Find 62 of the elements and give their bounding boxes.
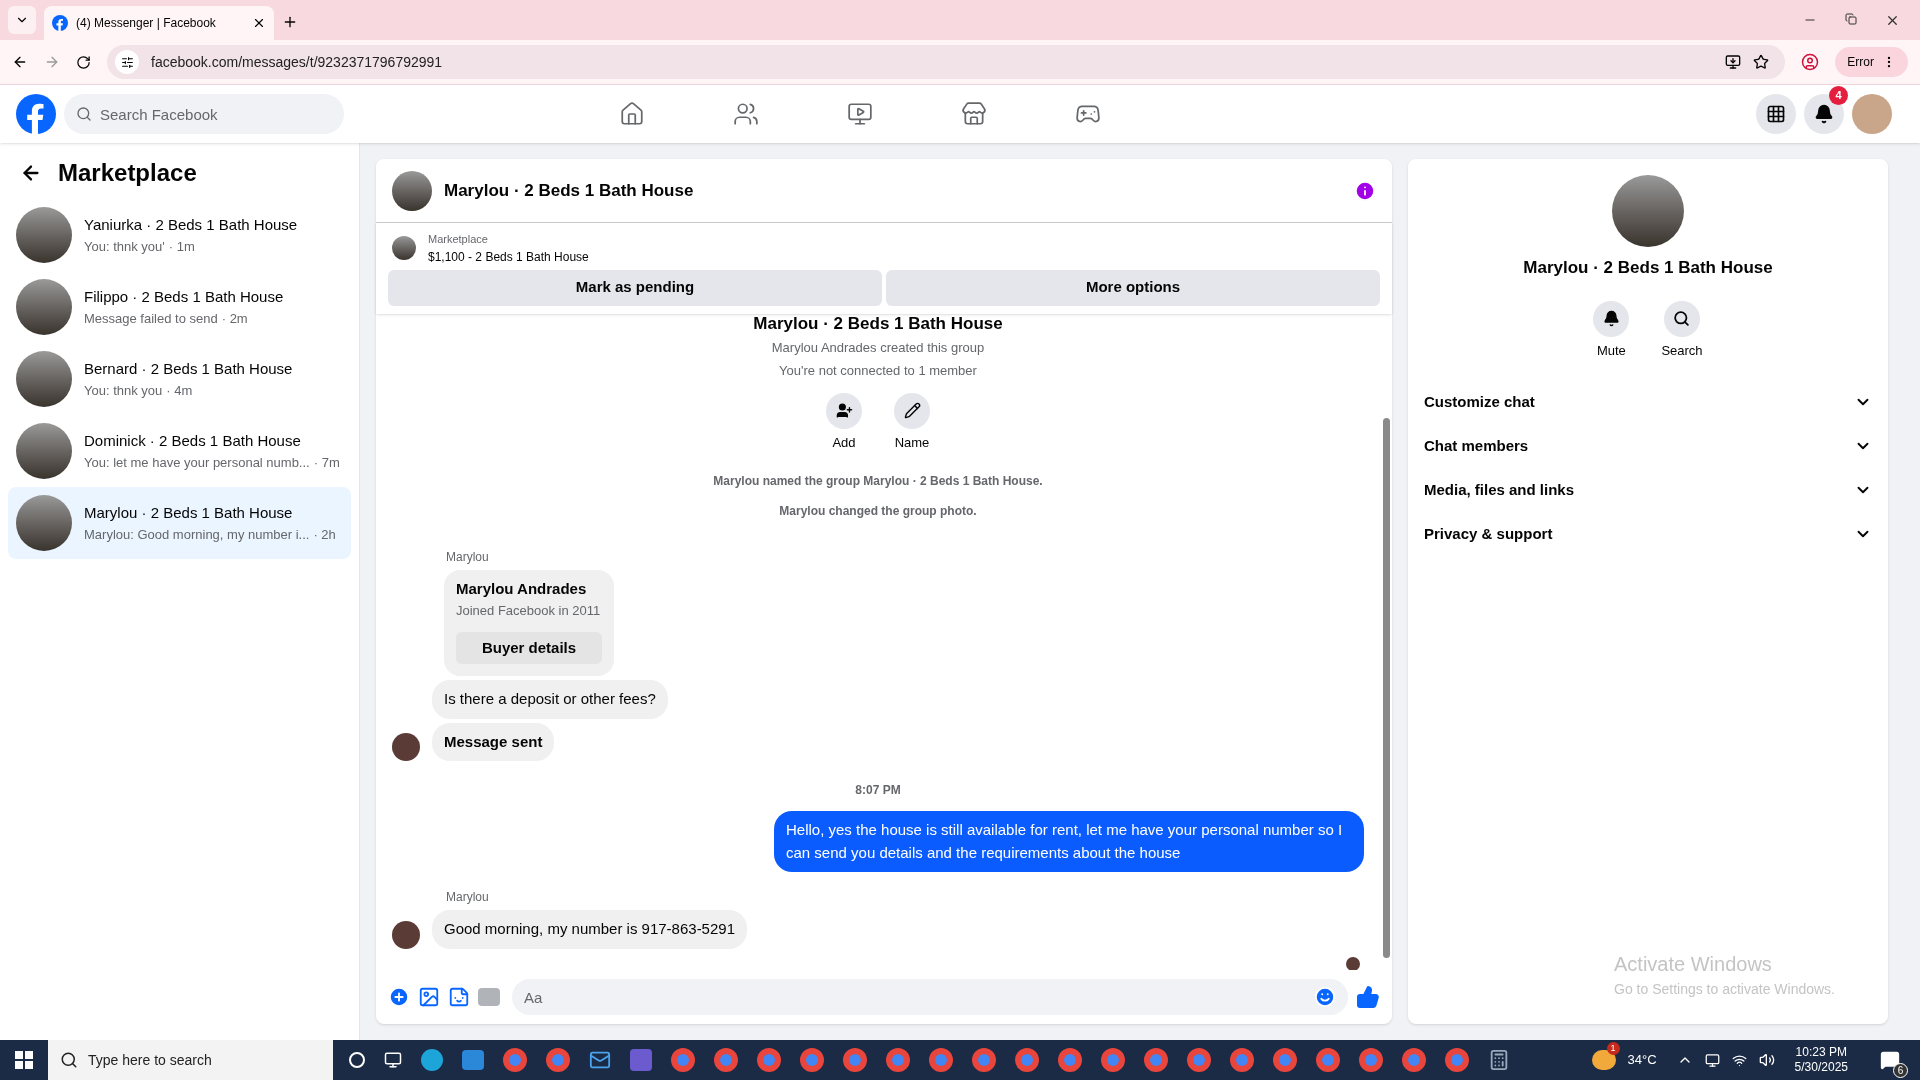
- clock-time: 10:23 PM: [1795, 1045, 1847, 1060]
- search-field[interactable]: Search Facebook: [64, 94, 344, 134]
- card-name: Marylou Andrades: [456, 579, 588, 599]
- profile-error-button[interactable]: Error: [1835, 47, 1908, 77]
- details-section[interactable]: Privacy & support: [1424, 512, 1872, 556]
- taskbar-search-field[interactable]: Type here to search: [48, 1040, 333, 1080]
- group-info-text: Marylou Andrades created this group: [771, 338, 985, 357]
- message-bubble: Message sent: [432, 722, 555, 761]
- group-event-text: Marylou named the group Marylou · 2 Beds 1 Bath House.: [713, 473, 1043, 490]
- conversation-name: Marylou · 2 Beds 1 Bath House: [84, 503, 294, 523]
- conversation-preview: Marylou: Good morning, my number i...: [84, 525, 310, 544]
- conversation-time: · 7m: [313, 453, 340, 472]
- details-section[interactable]: Chat members: [1424, 424, 1872, 468]
- conversation-time: · 2h: [313, 525, 336, 544]
- clock-date: 5/30/2025: [1794, 1060, 1848, 1075]
- sender-name: Marylou: [446, 889, 490, 906]
- tab-title: (4) Messenger | Facebook: [76, 15, 217, 32]
- details-section[interactable]: Customize chat: [1424, 380, 1872, 424]
- conversation-preview: Message failed to send: [84, 309, 218, 328]
- conversation-preview: You: let me have your personal numb...: [84, 453, 310, 472]
- browser-tab[interactable]: (4) Messenger | Facebook: [44, 6, 274, 40]
- conversation-name: Bernard · 2 Beds 1 Bath House: [84, 359, 293, 379]
- group-event-text: Marylou changed the group photo.: [779, 503, 977, 520]
- conversation-item[interactable]: Filippo · 2 Beds 1 Bath House Message failed to send · 2m: [8, 271, 351, 343]
- conversation-item[interactable]: Dominick · 2 Beds 1 Bath House You: let me have your personal numb... · 7m: [8, 415, 351, 487]
- conversation-name: Yaniurka · 2 Beds 1 Bath House: [84, 215, 298, 235]
- conversation-preview: You: thnk you': [84, 237, 165, 256]
- group-info-text: You're not connected to 1 member: [779, 362, 977, 380]
- conversation-name: Filippo · 2 Beds 1 Bath House: [84, 287, 284, 307]
- message-bubble: Good morning, my number is 917-863-5291: [432, 910, 747, 949]
- message-time: 8:07 PM: [855, 782, 901, 799]
- listing-title: $1,100 - 2 Beds 1 Bath House: [428, 248, 589, 266]
- card-subtitle: Joined Facebook in 2011: [456, 601, 602, 620]
- message-field[interactable]: Aa: [512, 979, 1348, 1015]
- sender-name: Marylou: [446, 549, 490, 566]
- activation-title: Activate Windows: [1614, 952, 1773, 977]
- conversation-time: · 1m: [168, 237, 195, 256]
- message-bubble: Hello, yes the house is still available for rent, let me have your personal number so I can send you details and the requirements about the house: [774, 811, 1364, 872]
- conversation-item[interactable]: Marylou · 2 Beds 1 Bath House Marylou: Good morning, my number i... · 2h: [8, 487, 351, 559]
- conversation-item[interactable]: Bernard · 2 Beds 1 Bath House You: thnk you · 4m: [8, 343, 351, 415]
- listing-action-button[interactable]: More options: [886, 269, 1380, 306]
- temperature-text: 34°C: [1627, 1051, 1657, 1070]
- activation-subtitle: Go to Settings to activate Windows.: [1614, 980, 1836, 999]
- notification-badge: 4: [1829, 86, 1848, 105]
- details-name: Marylou · 2 Beds 1 Bath House: [1523, 257, 1773, 279]
- conversation-preview: You: thnk you: [84, 381, 163, 400]
- listing-action-button[interactable]: Mark as pending: [388, 269, 882, 306]
- conversation-item[interactable]: Yaniurka · 2 Beds 1 Bath House You: thnk you' · 1m: [8, 199, 351, 271]
- chat-title: Marylou · 2 Beds 1 Bath House: [444, 179, 695, 202]
- message-bubble: Is there a deposit or other fees?: [432, 680, 668, 719]
- url-text: facebook.com/messages/t/9232371796792991: [151, 52, 444, 72]
- details-section[interactable]: Media, files and links: [1424, 468, 1872, 512]
- conversation-time: · 2m: [221, 309, 248, 328]
- sidebar-title: Marketplace: [58, 158, 197, 188]
- conversation-time: · 4m: [166, 381, 193, 400]
- buyer-details-button[interactable]: Buyer details: [456, 632, 602, 664]
- address-bar[interactable]: facebook.com/messages/t/9232371796792991: [107, 45, 1786, 79]
- listing-label: Marketplace: [428, 232, 489, 247]
- conversation-name: Dominick · 2 Beds 1 Bath House: [84, 431, 302, 451]
- group-title: Marylou · 2 Beds 1 Bath House: [753, 313, 1003, 334]
- weather-badge: 1: [1606, 1042, 1620, 1055]
- notification-count: 6: [1893, 1063, 1908, 1078]
